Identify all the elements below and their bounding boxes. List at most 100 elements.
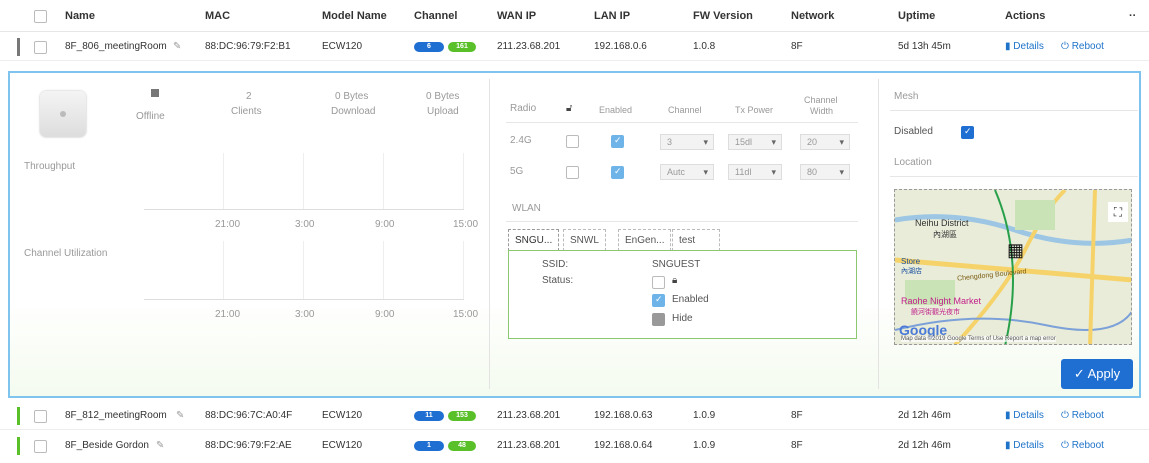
channel-5g-select[interactable]: Autc: [660, 164, 714, 180]
details-link[interactable]: ▮ Details: [1005, 410, 1044, 421]
upload-label: Upload: [427, 106, 459, 117]
reboot-link[interactable]: ⏻ Reboot: [1061, 41, 1104, 52]
offline-indicator: [151, 89, 159, 97]
download-value: 0 Bytes: [335, 91, 369, 102]
lock-5g-checkbox[interactable]: [566, 166, 579, 179]
power-icon: ⏻: [1061, 41, 1069, 52]
enabled-5g-checkbox[interactable]: [611, 166, 624, 179]
header-fw-version[interactable]: FW Version: [693, 10, 753, 22]
edit-icon[interactable]: ✎: [173, 41, 181, 52]
tab-wlan-1[interactable]: SNGU...: [508, 229, 560, 251]
channel-24g-select[interactable]: 3: [660, 134, 714, 150]
table-row[interactable]: 8F_812_meetingRoom ✎ 88:DC:96:7C:A0:4F E…: [0, 402, 1149, 430]
throughput-label: Throughput: [24, 161, 76, 172]
time-tick: 3:00: [295, 219, 315, 230]
wlan-enabled-checkbox[interactable]: [652, 294, 665, 307]
time-tick: 3:00: [295, 309, 315, 320]
device-fw-version: 1.0.9: [693, 440, 716, 451]
device-name[interactable]: 8F_812_meetingRoom: [65, 410, 167, 421]
details-label: Details: [1013, 440, 1044, 451]
header-wan-ip[interactable]: WAN IP: [497, 10, 536, 22]
row-checkbox[interactable]: [34, 440, 47, 453]
map-footer: Map data ©2019 Google Terms of Use Repor…: [901, 336, 1056, 342]
header-uptime[interactable]: Uptime: [898, 10, 935, 22]
download-label: Download: [331, 106, 376, 117]
width-24g-select[interactable]: 20: [800, 134, 850, 150]
width-5g-select[interactable]: 80: [800, 164, 850, 180]
device-fw-version: 1.0.8: [693, 41, 716, 52]
device-name[interactable]: 8F_806_meetingRoom: [65, 41, 167, 52]
tab-wlan-4[interactable]: test: [672, 229, 720, 251]
map-label: 內湖區: [933, 230, 957, 239]
row-checkbox[interactable]: [34, 41, 47, 54]
mesh-title: Mesh: [894, 91, 919, 102]
header-network[interactable]: Network: [791, 10, 834, 22]
lock-24g-checkbox[interactable]: [566, 135, 579, 148]
enabled-label: Enabled: [672, 294, 709, 305]
device-name[interactable]: 8F_Beside Gordon: [65, 440, 149, 451]
tab-wlan-2[interactable]: SNWL: [563, 229, 606, 251]
reboot-link[interactable]: ⏻ Reboot: [1061, 410, 1104, 421]
more-columns-button[interactable]: ··: [1129, 10, 1136, 22]
header-actions: Actions: [1005, 9, 1046, 22]
header-name[interactable]: Name: [65, 10, 95, 22]
enabled-24g-checkbox[interactable]: [611, 135, 624, 148]
table-row[interactable]: 8F_Beside Gordon ✎ 88:DC:96:79:F2:AE ECW…: [0, 432, 1149, 460]
device-lan-ip: 192.168.0.64: [594, 440, 653, 451]
channel-5g-badge: 161: [448, 42, 476, 52]
band-5g: 5G: [510, 166, 524, 177]
apply-button[interactable]: ✓ Apply: [1061, 359, 1133, 389]
mesh-disabled-checkbox[interactable]: [961, 126, 974, 139]
wlan-lock-checkbox[interactable]: [652, 276, 665, 289]
time-tick: 21:00: [215, 309, 241, 320]
building-marker-icon[interactable]: ▦: [1007, 240, 1024, 261]
txpower-5g-select[interactable]: 11dl: [728, 164, 782, 180]
device-detail-panel: Offline 2 Clients 0 Bytes Download 0 Byt…: [8, 71, 1141, 398]
header-channel[interactable]: Channel: [414, 10, 457, 22]
txpower-24g-select[interactable]: 15dl: [728, 134, 782, 150]
txpower-header: Tx Power: [735, 105, 774, 115]
wlan-title: WLAN: [512, 203, 541, 214]
fullscreen-icon[interactable]: ⛶: [1108, 202, 1128, 222]
select-all-checkbox[interactable]: [34, 10, 47, 23]
time-tick: 9:00: [375, 219, 395, 230]
status-indicator: [17, 437, 20, 455]
details-link[interactable]: ▮ Details: [1005, 440, 1044, 451]
device-lan-ip: 192.168.0.6: [594, 41, 647, 52]
wlan-tab-content: SSID: SNGUEST Status: 🔒︎ Enabled Hide: [508, 250, 857, 339]
details-label: Details: [1013, 410, 1044, 421]
clients-count: 2: [246, 91, 252, 102]
device-image: [40, 91, 86, 137]
upload-value: 0 Bytes: [426, 91, 460, 102]
location-map[interactable]: Neihu District 內湖區 Store 內湖店 Chengdong B…: [894, 189, 1132, 345]
device-uptime: 2d 12h 46m: [898, 410, 951, 421]
device-mac: 88:DC:96:79:F2:AE: [205, 440, 292, 451]
location-title: Location: [894, 157, 932, 168]
time-tick: 9:00: [375, 309, 395, 320]
device-network: 8F: [791, 41, 803, 52]
header-lan-ip[interactable]: LAN IP: [594, 10, 630, 22]
throughput-axis: [144, 209, 464, 210]
device-wan-ip: 211.23.68.201: [497, 41, 561, 52]
edit-icon[interactable]: ✎: [156, 440, 164, 451]
row-checkbox[interactable]: [34, 410, 47, 423]
map-label: 饒河街觀光夜市: [911, 309, 960, 316]
details-link[interactable]: ▮ Details: [1005, 41, 1044, 52]
device-fw-version: 1.0.9: [693, 410, 716, 421]
table-row[interactable]: 8F_806_meetingRoom ✎ 88:DC:96:79:F2:B1 E…: [0, 33, 1149, 61]
channel-width-header: Channel: [804, 95, 838, 105]
section-divider: [489, 79, 490, 389]
clipboard-icon: ▮: [1005, 410, 1011, 421]
reboot-label: Reboot: [1071, 440, 1104, 451]
channel-5g-badge: 48: [448, 441, 476, 451]
header-mac[interactable]: MAC: [205, 10, 230, 22]
edit-icon[interactable]: ✎: [176, 410, 184, 421]
lock-icon: 🔒︎: [672, 275, 678, 286]
wlan-hide-checkbox[interactable]: [652, 313, 665, 326]
apply-label: Apply: [1087, 366, 1121, 381]
channel-24g-badge: 11: [414, 411, 444, 421]
device-uptime: 5d 13h 45m: [898, 41, 951, 52]
reboot-link[interactable]: ⏻ Reboot: [1061, 440, 1104, 451]
tab-wlan-3[interactable]: EnGen...: [618, 229, 672, 251]
header-model[interactable]: Model Name: [322, 10, 387, 22]
